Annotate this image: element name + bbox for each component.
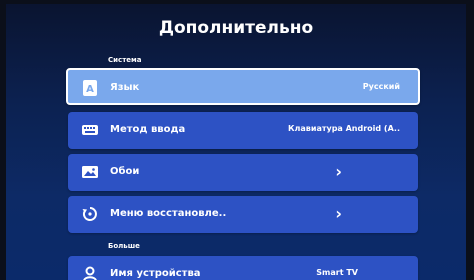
setting-label: Метод ввода: [110, 124, 186, 135]
svg-text:A: A: [86, 84, 94, 95]
setting-row-device-name[interactable]: Имя устройства Smart TV: [68, 256, 418, 280]
image-icon: [82, 164, 98, 180]
section-more-label: Больше: [108, 242, 140, 250]
setting-row-language[interactable]: A Язык Русский: [66, 68, 420, 105]
setting-row-wallpaper[interactable]: Обои ›: [68, 154, 418, 191]
page-title: Дополнительно: [158, 18, 314, 38]
setting-row-recovery-menu[interactable]: Меню восстановле.. ›: [68, 196, 418, 233]
language-icon: A: [82, 80, 98, 96]
chevron-right-icon: ›: [335, 162, 342, 181]
setting-value: Клавиатура Android (A..: [287, 124, 400, 133]
settings-screen: Дополнительно Система A Язык Русский Мет…: [6, 4, 466, 280]
person-icon: [82, 266, 98, 280]
section-system-label: Система: [108, 56, 142, 64]
setting-value: Smart TV: [316, 268, 358, 277]
setting-value: Русский: [362, 82, 400, 91]
chevron-right-icon: ›: [335, 204, 342, 223]
setting-label: Меню восстановле..: [110, 208, 227, 219]
setting-row-input-method[interactable]: Метод ввода Клавиатура Android (A..: [68, 112, 418, 149]
restore-icon: [82, 206, 98, 222]
keyboard-icon: [82, 122, 98, 138]
setting-label: Обои: [110, 166, 140, 177]
setting-label: Язык: [110, 82, 140, 93]
setting-label: Имя устройства: [110, 268, 201, 279]
